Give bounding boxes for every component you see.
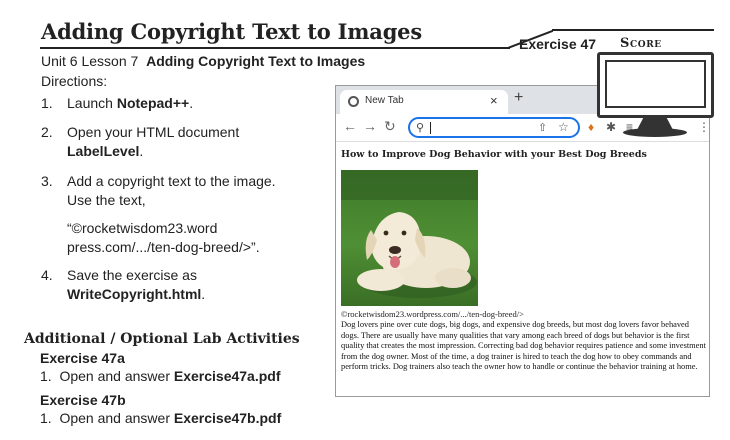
title-underline bbox=[40, 47, 510, 49]
step-text: Save the exercise as bbox=[67, 267, 197, 283]
exercise-47a-file: Exercise47a.pdf bbox=[173, 368, 281, 384]
tab-title: New Tab bbox=[365, 95, 404, 106]
step-text: Open your HTML document bbox=[67, 124, 240, 140]
reload-icon[interactable]: ↻ bbox=[384, 118, 396, 135]
lesson-subtitle: Unit 6 Lesson 7 Adding Copyright Text to… bbox=[41, 53, 365, 69]
score-rule bbox=[552, 29, 714, 31]
step-number: 3. bbox=[41, 173, 53, 189]
step-text: Add a copyright text to the image. bbox=[67, 173, 276, 189]
copyright-quote: press.com/.../ten-dog-breed/>”. bbox=[67, 239, 260, 255]
monitor-base bbox=[623, 128, 687, 137]
score-label: Score bbox=[620, 36, 662, 51]
exercise-number: Exercise 47 bbox=[519, 36, 597, 52]
step-text: Use the text, bbox=[67, 192, 146, 208]
close-icon[interactable]: × bbox=[490, 93, 498, 108]
web-page-heading: How to Improve Dog Behavior with your Be… bbox=[341, 149, 647, 160]
forward-icon[interactable]: → bbox=[363, 118, 377, 134]
copyright-quote: “©rocketwisdom23.word bbox=[67, 220, 218, 236]
exercise-47b-instruction: 1. Open and answer Exercise47b.pdf bbox=[40, 410, 282, 426]
dog-image bbox=[341, 170, 478, 306]
monitor-icon bbox=[597, 52, 714, 137]
text-cursor bbox=[430, 122, 431, 134]
directions-label: Directions: bbox=[41, 73, 108, 89]
exercise-47a-heading: Exercise 47a bbox=[40, 350, 125, 366]
lesson-name: Adding Copyright Text to Images bbox=[146, 53, 366, 69]
address-bar[interactable]: ⚲ ⇧ ☆ bbox=[408, 117, 580, 138]
exercise-47b-heading: Exercise 47b bbox=[40, 392, 126, 408]
back-icon[interactable]: ← bbox=[343, 118, 357, 134]
web-page-paragraph: Dog lovers pine over cute dogs, big dogs… bbox=[341, 320, 706, 372]
share-icon[interactable]: ⇧ bbox=[538, 121, 547, 134]
fox-extension-icon[interactable]: ♦ bbox=[588, 120, 594, 134]
step-number: 1. bbox=[41, 95, 53, 111]
image-copyright-caption: ©rocketwisdom23.wordpress.com/.../ten-do… bbox=[341, 309, 524, 319]
page-title: Adding Copyright Text to Images bbox=[41, 19, 422, 44]
step-number: 4. bbox=[41, 267, 53, 283]
exercise-47a-instruction: 1. Open and answer Exercise47a.pdf bbox=[40, 368, 281, 384]
lesson-unit: Unit 6 Lesson 7 bbox=[41, 53, 139, 69]
new-tab-button[interactable]: + bbox=[514, 89, 523, 107]
star-icon[interactable]: ☆ bbox=[558, 120, 569, 134]
step-number: 2. bbox=[41, 124, 53, 140]
step-text: Launch Notepad++. bbox=[67, 95, 194, 111]
exercise-47b-file: Exercise47b.pdf bbox=[173, 410, 282, 426]
monitor-frame bbox=[597, 52, 714, 118]
additional-activities-heading: Additional / Optional Lab Activities bbox=[24, 331, 300, 347]
globe-icon bbox=[348, 96, 359, 107]
step-text: LabelLevel. bbox=[67, 143, 144, 159]
search-icon: ⚲ bbox=[416, 122, 425, 134]
tab-new-tab[interactable]: New Tab × bbox=[340, 90, 508, 114]
step-text: WriteCopyright.html. bbox=[67, 286, 206, 302]
monitor-screen bbox=[605, 60, 706, 108]
